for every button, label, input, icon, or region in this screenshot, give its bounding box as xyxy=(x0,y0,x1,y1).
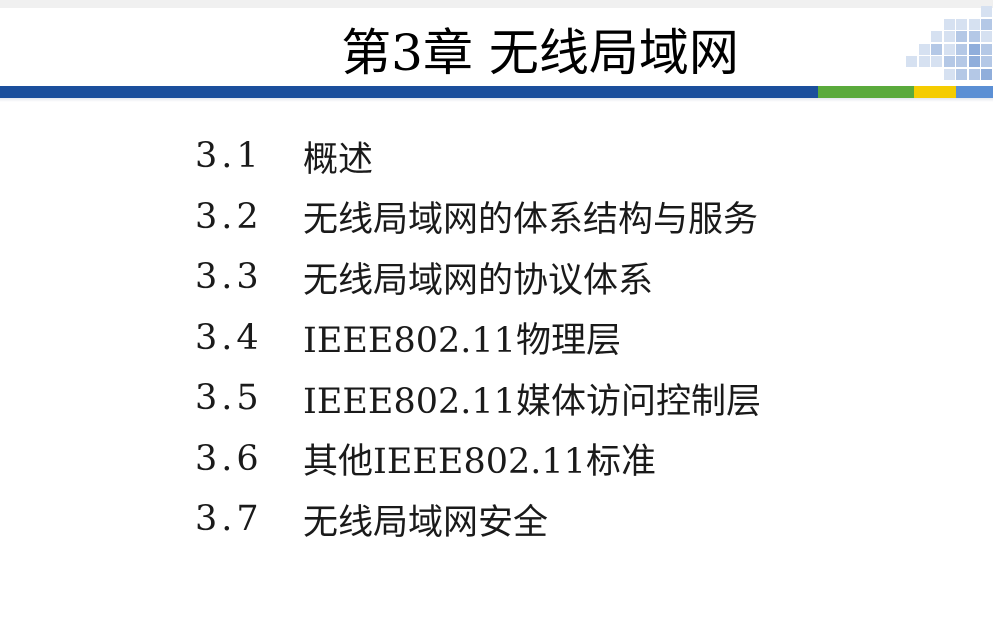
toc-item-number: 3.5 xyxy=(195,378,263,419)
toc-item-number: 3.3 xyxy=(195,257,263,298)
toc-item-number: 3.2 xyxy=(195,196,263,237)
decorative-square xyxy=(981,6,992,17)
bar-segment-lightblue xyxy=(956,86,993,98)
toc-item-label: IEEE802.11媒体访问控制层 xyxy=(303,381,761,422)
toc-item-number: 3.4 xyxy=(195,317,263,358)
toc-item: 3.2 无线局域网的体系结构与服务 xyxy=(195,187,761,248)
toc-item: 3.7 无线局域网安全 xyxy=(195,489,761,550)
toc-item-label: 其他IEEE802.11标准 xyxy=(303,442,656,483)
toc-item: 3.6 其他IEEE802.11标准 xyxy=(195,429,761,490)
toc-item-number: 3.7 xyxy=(195,499,263,540)
toc-item-label: IEEE802.11物理层 xyxy=(303,321,621,362)
toc-item: 3.3 无线局域网的协议体系 xyxy=(195,247,761,308)
toc-item-label: 概述 xyxy=(303,139,374,180)
table-of-contents: 3.1 概述 3.2 无线局域网的体系结构与服务 3.3 无线局域网的协议体系 … xyxy=(195,126,761,550)
top-strip xyxy=(0,0,993,8)
title-bar-shadow xyxy=(0,98,993,102)
bar-segment-green xyxy=(818,86,914,98)
toc-item: 3.1 概述 xyxy=(195,126,761,187)
title-underline-bar xyxy=(0,86,993,98)
toc-item-label: 无线局域网的体系结构与服务 xyxy=(303,200,759,241)
toc-item-number: 3.6 xyxy=(195,438,263,479)
toc-item-label: 无线局域网的协议体系 xyxy=(303,260,654,301)
bar-segment-blue xyxy=(0,86,818,98)
slide-title: 第3章 无线局域网 xyxy=(341,24,739,82)
toc-item: 3.4 IEEE802.11物理层 xyxy=(195,308,761,369)
toc-item: 3.5 IEEE802.11媒体访问控制层 xyxy=(195,368,761,429)
toc-item-label: 无线局域网安全 xyxy=(303,502,549,543)
bar-segment-yellow xyxy=(914,86,956,98)
toc-item-number: 3.1 xyxy=(195,136,263,177)
